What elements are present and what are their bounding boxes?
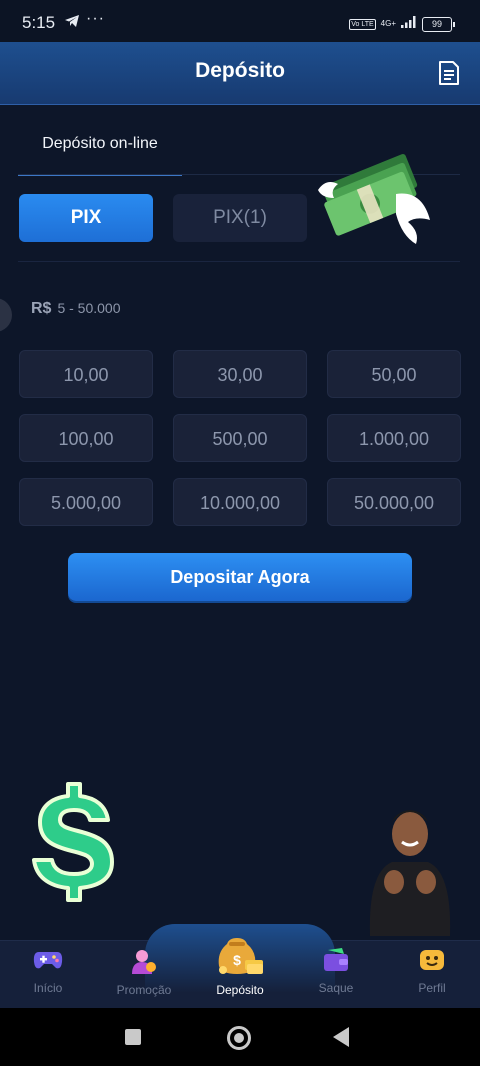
- status-indicators: Vo LTE 4G+ 99: [349, 15, 455, 33]
- nav-deposito[interactable]: $ Depósito: [200, 934, 280, 997]
- amount-option[interactable]: 500,00: [173, 414, 307, 462]
- status-bar: 5:15 ··· Vo LTE 4G+ 99: [0, 0, 480, 46]
- money-bag-icon: $: [215, 938, 265, 980]
- deposit-now-button[interactable]: Depositar Agora: [68, 553, 412, 601]
- tab-label: Depósito on-line: [42, 135, 158, 152]
- dollar-sign-icon: [30, 780, 116, 909]
- page-title: Depósito: [195, 59, 285, 82]
- nav-saque[interactable]: Saque: [296, 948, 376, 995]
- amount-option[interactable]: 30,00: [173, 350, 307, 398]
- system-navigation-bar: [0, 1008, 480, 1066]
- telegram-icon: [64, 14, 80, 33]
- amount-option[interactable]: 5.000,00: [19, 478, 153, 526]
- profile-icon: [419, 950, 445, 976]
- nav-label: Saque: [318, 981, 354, 995]
- method-pix1-button[interactable]: PIX(1): [173, 194, 307, 242]
- method-pix-button[interactable]: PIX: [19, 194, 153, 242]
- tab-deposito-online[interactable]: Depósito on-line: [18, 118, 182, 176]
- nav-label: Perfil: [418, 981, 446, 995]
- app-header: Depósito: [0, 42, 480, 105]
- amount-option[interactable]: 50.000,00: [327, 478, 461, 526]
- home-button[interactable]: [227, 1026, 251, 1050]
- nav-label: Depósito: [216, 983, 264, 997]
- amount-option[interactable]: 50,00: [327, 350, 461, 398]
- signal-icon: [401, 15, 417, 33]
- range-limits: 5 - 50.000: [57, 300, 121, 316]
- nav-promocao[interactable]: Promoção: [104, 948, 184, 997]
- svg-text:$: $: [233, 952, 241, 968]
- amount-option[interactable]: 100,00: [19, 414, 153, 462]
- promotion-icon: [130, 950, 158, 978]
- volte-icon: Vo LTE: [349, 18, 376, 30]
- nav-label: Início: [33, 981, 63, 995]
- records-icon[interactable]: [438, 60, 460, 91]
- section-divider: [18, 261, 460, 262]
- more-icon: ···: [86, 10, 105, 27]
- amount-option[interactable]: 1.000,00: [327, 414, 461, 462]
- wallet-icon: [322, 948, 350, 976]
- amount-option[interactable]: 10.000,00: [173, 478, 307, 526]
- floating-handle[interactable]: [0, 298, 12, 332]
- battery-icon: 99: [422, 16, 455, 32]
- nav-label: Promoção: [116, 983, 172, 997]
- flying-money-icon: [312, 140, 436, 253]
- person-sticker: [364, 796, 456, 941]
- amount-range: R$ 5 - 50.000: [31, 300, 121, 318]
- nav-perfil[interactable]: Perfil: [392, 948, 472, 995]
- back-button[interactable]: [333, 1027, 349, 1047]
- nav-inicio[interactable]: Início: [8, 948, 88, 995]
- recents-button[interactable]: [125, 1029, 141, 1045]
- amount-option[interactable]: 10,00: [19, 350, 153, 398]
- currency-symbol: R$: [31, 300, 52, 317]
- status-time: 5:15: [22, 13, 56, 32]
- network-type: 4G+: [380, 19, 396, 28]
- gamepad-icon: [33, 952, 63, 976]
